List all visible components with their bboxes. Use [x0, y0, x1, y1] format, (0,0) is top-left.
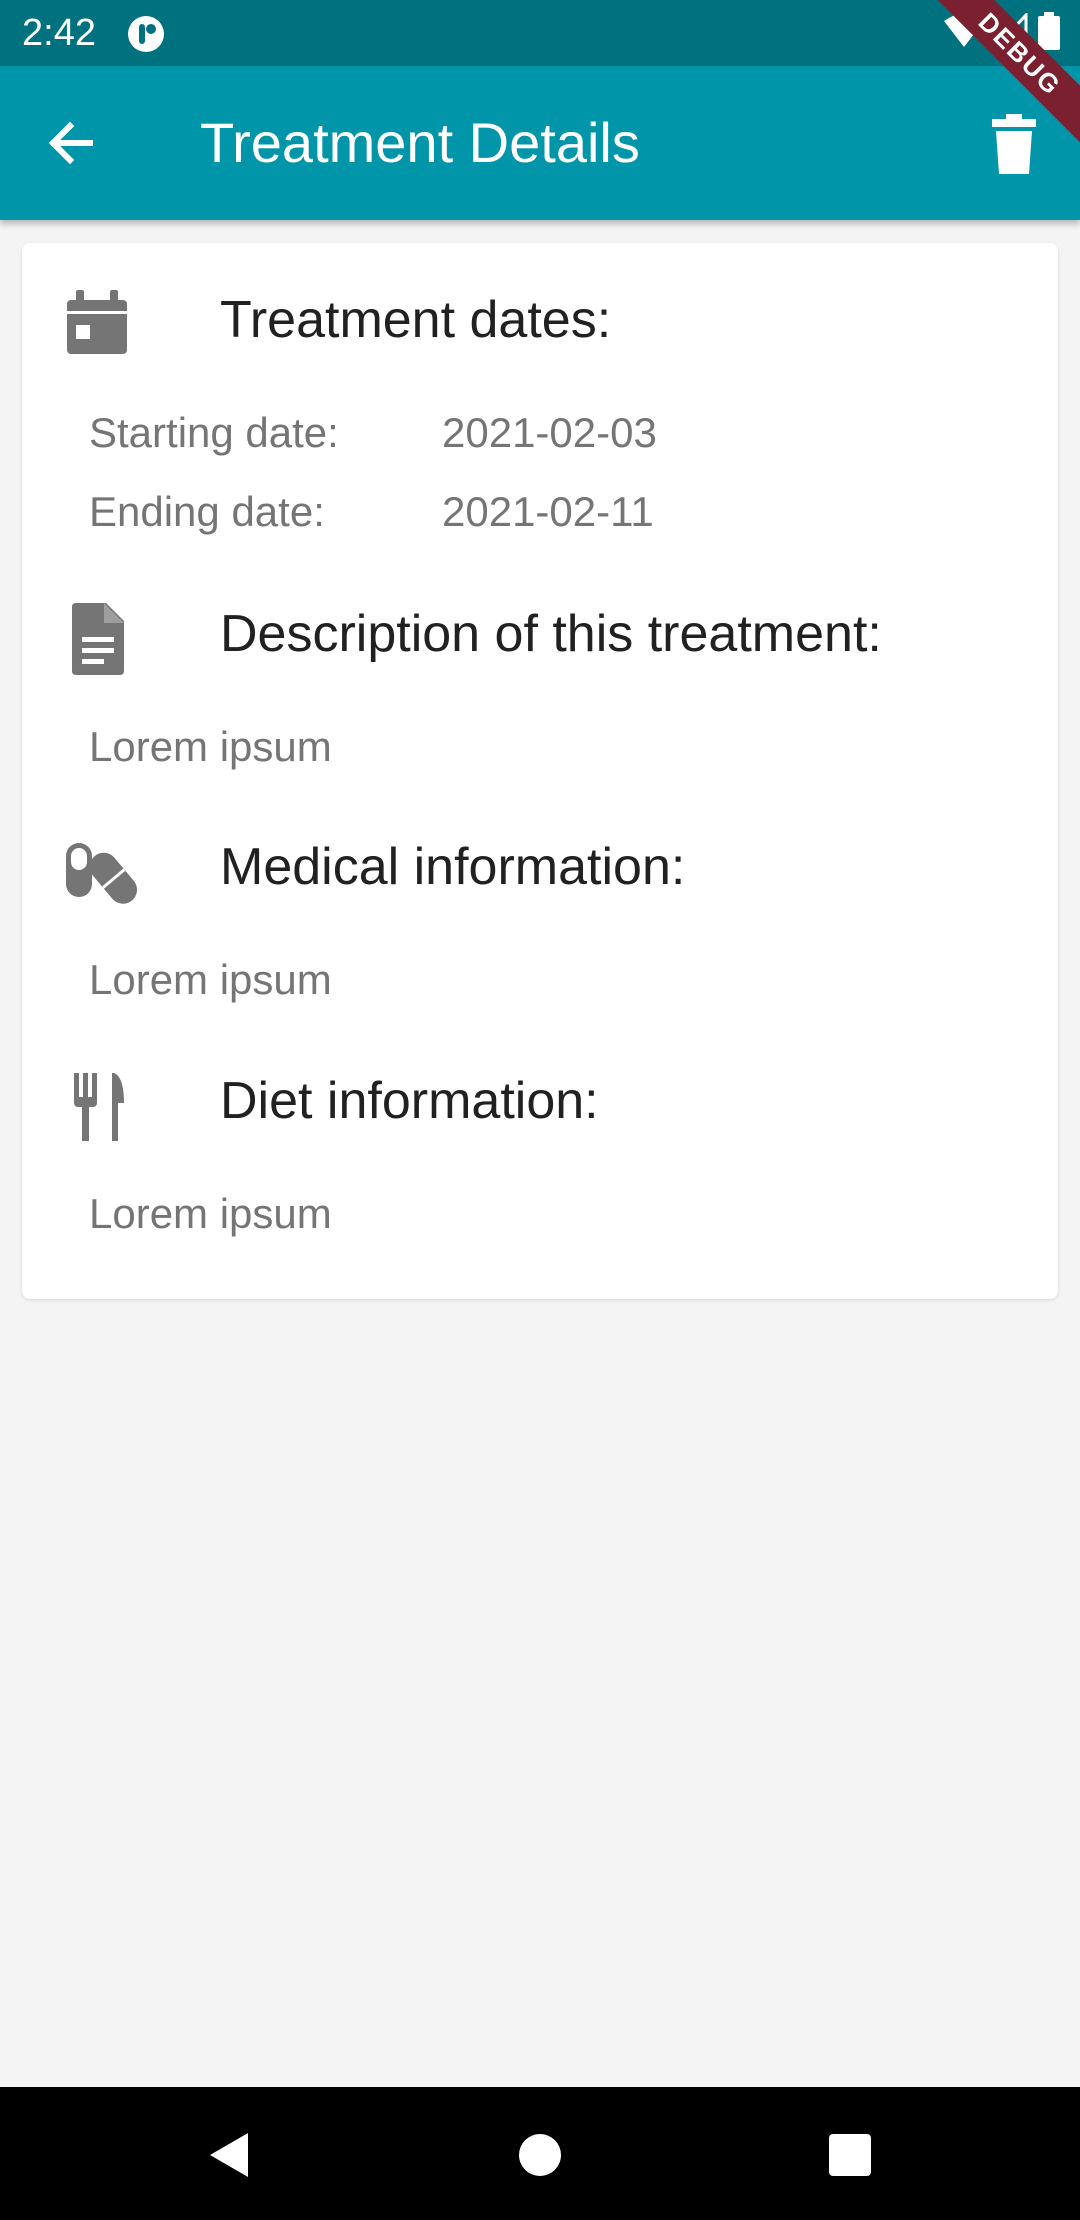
description-text: Lorem ipsum	[89, 723, 332, 770]
diet-heading: Diet information:	[220, 1072, 599, 1130]
pills-icon	[66, 843, 137, 904]
ending-date-value: 2021-02-11	[442, 488, 654, 535]
document-icon	[72, 603, 124, 675]
app-notification-icon	[128, 16, 164, 52]
description-heading: Description of this treatment:	[220, 605, 882, 663]
nav-back-icon[interactable]	[200, 2123, 264, 2187]
starting-date-row: Starting date: 2021-02-03	[89, 408, 989, 458]
app-bar: Treatment Details	[0, 66, 1080, 220]
starting-date-label: Starting date:	[89, 409, 339, 456]
fork-knife-icon	[74, 1073, 124, 1141]
back-arrow-icon[interactable]	[40, 113, 100, 173]
status-time: 2:42	[22, 12, 96, 54]
starting-date-value: 2021-02-03	[442, 409, 657, 456]
delete-icon[interactable]	[982, 112, 1046, 176]
medical-text: Lorem ipsum	[89, 956, 332, 1003]
dates-heading: Treatment dates:	[220, 291, 612, 349]
diet-text: Lorem ipsum	[89, 1190, 332, 1237]
nav-recents-icon[interactable]	[818, 2123, 882, 2187]
calendar-icon	[67, 290, 127, 354]
treatment-details-card: Treatment dates: Starting date: 2021-02-…	[22, 243, 1058, 1299]
page-title: Treatment Details	[200, 111, 640, 174]
ending-date-row: Ending date: 2021-02-11	[89, 487, 989, 537]
battery-icon	[1038, 12, 1060, 50]
medical-heading: Medical information:	[220, 838, 686, 896]
nav-home-icon[interactable]	[508, 2123, 572, 2187]
system-navigation-bar	[0, 2087, 1080, 2220]
ending-date-label: Ending date:	[89, 488, 325, 535]
status-bar: 2:42	[0, 0, 1080, 66]
